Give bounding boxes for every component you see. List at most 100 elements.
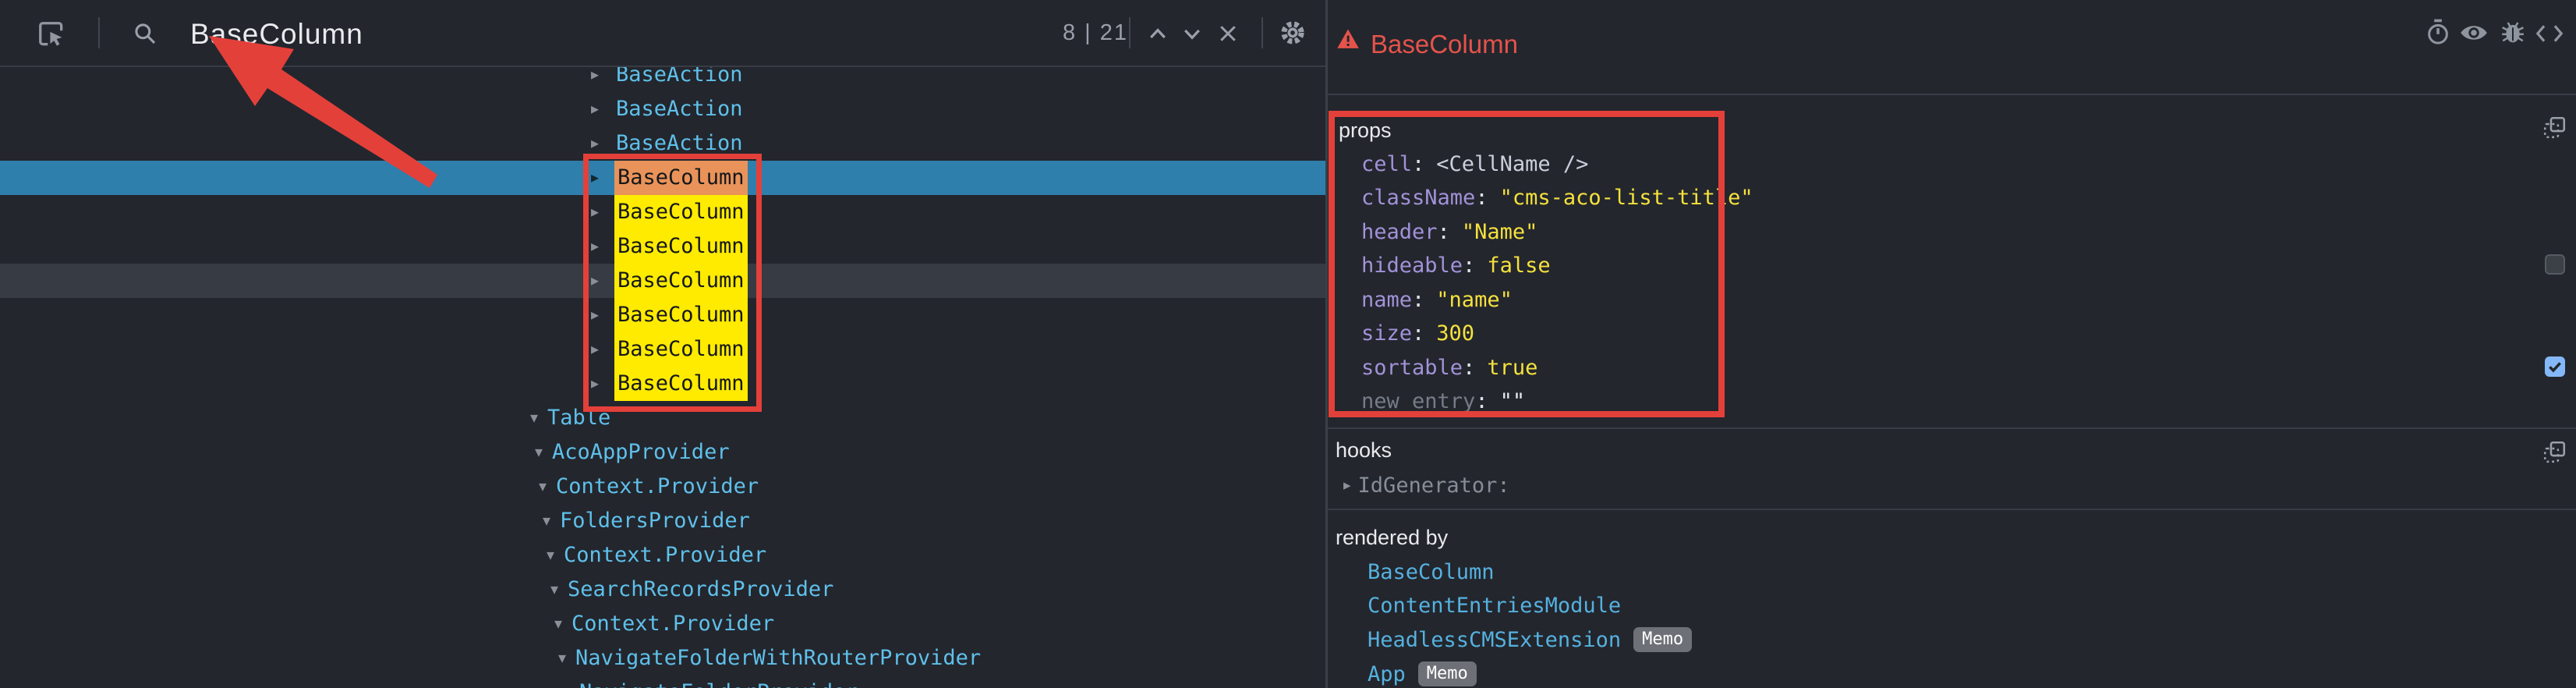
- chevron-right-icon[interactable]: ▸: [591, 126, 599, 161]
- prop-row[interactable]: hideable: false: [1361, 251, 1551, 279]
- prop-row[interactable]: cell: <CellName />: [1361, 150, 1588, 178]
- chevron-right-icon[interactable]: ▸: [591, 367, 599, 401]
- component-name: BaseColumn: [614, 367, 748, 401]
- tree-row[interactable]: ▾ Context.Provider: [0, 470, 1325, 504]
- prop-row[interactable]: size: 300: [1361, 319, 1474, 347]
- toolbar-divider: [98, 17, 100, 48]
- hook-row[interactable]: ▸ IdGenerator:: [1343, 471, 1510, 499]
- component-name: BaseAction: [616, 92, 743, 126]
- chevron-right-icon[interactable]: ▸: [591, 298, 599, 332]
- prop-row-new-entry[interactable]: new entry: "": [1361, 387, 1525, 415]
- chevron-down-icon[interactable]: ▾: [562, 676, 570, 688]
- prop-row[interactable]: name: "name": [1361, 285, 1513, 314]
- prop-row[interactable]: sortable: true: [1361, 353, 1537, 381]
- sortable-checkbox[interactable]: [2545, 356, 2565, 377]
- prop-key[interactable]: new entry: [1361, 389, 1475, 413]
- chevron-right-icon[interactable]: ▸: [1343, 477, 1351, 495]
- tree-row[interactable]: ▸ BaseAction: [0, 92, 1325, 126]
- tree-row[interactable]: ▾ NavigateFolderWithRouterProvider: [0, 641, 1325, 676]
- chevron-down-icon[interactable]: ▾: [543, 504, 550, 538]
- tree-row[interactable]: ▾ AcoAppProvider: [0, 435, 1325, 470]
- rendered-by-item[interactable]: App Memo: [1368, 659, 1477, 688]
- search-icon: [133, 21, 157, 46]
- chevron-right-icon[interactable]: ▸: [591, 161, 599, 195]
- next-result-chevron-down-icon[interactable]: [1180, 25, 1204, 44]
- prop-value[interactable]: <CellName />: [1436, 152, 1588, 176]
- owner-link[interactable]: BaseColumn: [1368, 560, 1495, 584]
- clear-search-close-icon[interactable]: [1216, 22, 1240, 45]
- chevron-right-icon[interactable]: ▸: [591, 229, 599, 264]
- component-name: BaseColumn: [614, 298, 748, 332]
- prop-value[interactable]: "name": [1436, 288, 1513, 312]
- chevron-down-icon[interactable]: ▾: [550, 573, 558, 607]
- settings-gear-icon[interactable]: [1279, 19, 1307, 47]
- copy-hooks-icon[interactable]: [2542, 440, 2567, 464]
- owner-link[interactable]: App: [1368, 662, 1406, 686]
- prop-row[interactable]: className: "cms-aco-list-title": [1361, 183, 1753, 211]
- tree-row-hovered[interactable]: ▸ BaseColumn: [0, 264, 1325, 298]
- eye-inspect-dom-icon[interactable]: [2459, 22, 2489, 44]
- search-results-count: 8 | 21: [1063, 20, 1128, 46]
- hook-name: IdGenerator: [1358, 473, 1498, 498]
- element-picker-icon[interactable]: [36, 20, 67, 49]
- chevron-down-icon[interactable]: ▾: [539, 470, 547, 504]
- tree-row[interactable]: ▾ Context.Provider: [0, 538, 1325, 573]
- chevron-down-icon[interactable]: ▾: [530, 401, 538, 435]
- prop-value[interactable]: true: [1487, 356, 1537, 380]
- bug-log-icon[interactable]: [2500, 19, 2526, 45]
- component-name: BaseAction: [616, 126, 743, 161]
- chevron-right-icon[interactable]: ▸: [591, 92, 599, 126]
- tree-row[interactable]: ▾ NavigateFolderProvider: [0, 676, 1325, 688]
- component-name: NavigateFolderWithRouterProvider: [575, 641, 981, 676]
- tree-row[interactable]: ▸ BaseColumn: [0, 332, 1325, 367]
- tree-row[interactable]: ▸ BaseColumn: [0, 298, 1325, 332]
- chevron-right-icon[interactable]: ▸: [591, 264, 599, 298]
- prop-value[interactable]: 300: [1436, 321, 1474, 346]
- search-input[interactable]: BaseColumn: [190, 18, 363, 51]
- component-name: SearchRecordsProvider: [568, 573, 833, 607]
- stopwatch-suspend-icon[interactable]: [2425, 18, 2451, 46]
- tree-row[interactable]: ▾ Context.Provider: [0, 607, 1325, 641]
- tree-row[interactable]: ▸ BaseColumn: [0, 229, 1325, 264]
- toolbar-divider: [1261, 17, 1263, 48]
- prop-value[interactable]: "cms-aco-list-title": [1500, 186, 1753, 210]
- rendered-by-item[interactable]: BaseColumn: [1368, 557, 1495, 587]
- panel-divider[interactable]: [1325, 0, 1328, 688]
- component-name: Context.Provider: [556, 470, 759, 504]
- rendered-by-item[interactable]: HeadlessCMSExtension Memo: [1368, 625, 1692, 654]
- tree-row[interactable]: ▾ FoldersProvider: [0, 504, 1325, 538]
- tree-row[interactable]: ▾ Table: [0, 401, 1325, 435]
- chevron-right-icon[interactable]: ▸: [591, 332, 599, 367]
- chevron-down-icon[interactable]: ▾: [535, 435, 543, 470]
- prop-value[interactable]: false: [1487, 254, 1550, 278]
- chevron-down-icon[interactable]: ▾: [547, 538, 554, 573]
- owner-link[interactable]: HeadlessCMSExtension: [1368, 628, 1621, 652]
- chevron-down-icon[interactable]: ▾: [554, 607, 562, 641]
- toolbar-divider: [1129, 17, 1131, 48]
- tree-row[interactable]: ▸ BaseColumn: [0, 195, 1325, 229]
- tree-row[interactable]: ▸ BaseAction: [0, 67, 1325, 92]
- section-border: [1328, 427, 2576, 429]
- tree-row[interactable]: ▾ SearchRecordsProvider: [0, 573, 1325, 607]
- prop-value[interactable]: "Name": [1462, 220, 1538, 244]
- component-name: BaseColumn: [614, 161, 748, 195]
- hideable-checkbox[interactable]: [2545, 254, 2565, 275]
- chevron-right-icon[interactable]: ▸: [591, 67, 599, 92]
- tree-row[interactable]: ▸ BaseColumn: [0, 367, 1325, 401]
- component-name: FoldersProvider: [560, 504, 750, 538]
- chevron-down-icon[interactable]: ▾: [558, 641, 566, 676]
- component-tree: ▸ BaseAction ▸ BaseAction ▸ BaseAction ▸…: [0, 67, 1325, 688]
- view-source-code-icon[interactable]: [2535, 23, 2564, 44]
- components-toolbar: BaseColumn 8 | 21: [0, 0, 1325, 66]
- chevron-right-icon[interactable]: ▸: [591, 195, 599, 229]
- prop-value[interactable]: "": [1500, 389, 1526, 413]
- tree-row[interactable]: ▸ BaseAction: [0, 126, 1325, 161]
- rendered-by-item[interactable]: ContentEntriesModule: [1368, 590, 1621, 620]
- tree-row-selected[interactable]: ▸ BaseColumn: [0, 161, 1325, 195]
- copy-props-icon[interactable]: [2542, 115, 2567, 140]
- owner-link[interactable]: ContentEntriesModule: [1368, 594, 1621, 618]
- prop-key: header: [1361, 220, 1438, 244]
- component-name: Table: [547, 401, 610, 435]
- prop-row[interactable]: header: "Name": [1361, 218, 1537, 246]
- prev-result-chevron-up-icon[interactable]: [1146, 24, 1169, 43]
